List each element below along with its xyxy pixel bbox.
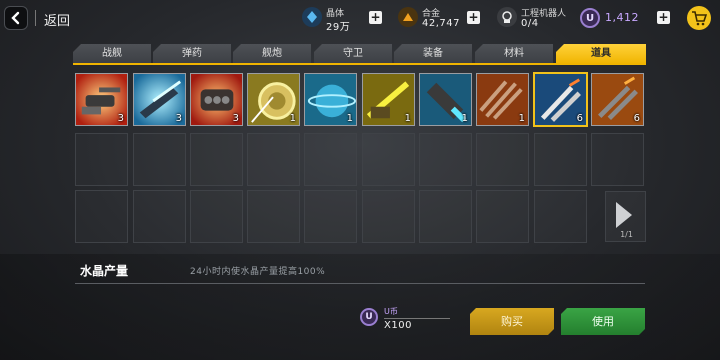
empty-slot	[419, 190, 472, 243]
cost-currency-name: U币	[384, 307, 398, 316]
item-slot-boost-rockets[interactable]: 6	[533, 72, 588, 127]
next-page-button[interactable]: 1/1	[605, 191, 646, 242]
tab-materials[interactable]: 材料	[475, 44, 553, 64]
empty-slot	[75, 133, 128, 186]
use-button[interactable]: 使用	[561, 308, 645, 335]
ucoin-icon: U	[580, 8, 600, 28]
back-divider	[35, 10, 36, 26]
empty-slot	[476, 133, 529, 186]
item-slot-planet-orb[interactable]: 1	[304, 73, 357, 126]
empty-slot	[476, 190, 529, 243]
empty-slot	[133, 133, 186, 186]
item-count: 3	[117, 113, 124, 124]
tabs-underline	[73, 63, 646, 65]
top-bar: 返回 晶体 29万 + 合金 42,747 + 工程机器人 0/4 U 1,41…	[0, 0, 720, 36]
selected-item-description: 24小时内使水晶产量提高100%	[190, 267, 326, 277]
tab-warships[interactable]: 战舰	[73, 44, 151, 64]
item-count: 3	[175, 113, 182, 124]
selected-item-name: 水晶产量	[80, 264, 129, 278]
alloy-icon	[398, 7, 418, 27]
item-slot-rocket-bundle[interactable]: 6	[591, 73, 644, 126]
category-tabs: 战舰 弹药 舰炮 守卫 装备 材料 道具	[73, 44, 648, 64]
item-count: 1	[518, 113, 525, 124]
alloy-resource: 合金 42,747	[398, 4, 478, 32]
empty-slot	[75, 190, 128, 243]
tab-ship-guns[interactable]: 舰炮	[233, 44, 311, 64]
tab-guards[interactable]: 守卫	[314, 44, 392, 64]
alloy-value: 42,747	[422, 18, 460, 29]
item-slot-energy-canister[interactable]: 1	[419, 73, 472, 126]
item-grid: 3 3 3 1 1 1 1 1 6 6	[75, 72, 647, 243]
shop-button[interactable]	[687, 6, 711, 30]
empty-slot	[534, 190, 587, 243]
empty-slot	[247, 190, 300, 243]
shopping-cart-icon	[692, 11, 707, 26]
add-crystal-button[interactable]: +	[369, 11, 382, 24]
empty-slot	[304, 133, 357, 186]
empty-slot	[362, 190, 415, 243]
crystal-icon	[302, 7, 322, 27]
cost-amount: X100	[384, 320, 412, 331]
robot-value: 0/4	[521, 18, 539, 29]
item-count: 1	[404, 113, 411, 124]
robot-icon	[497, 7, 517, 27]
item-count: 1	[461, 113, 468, 124]
item-count: 3	[232, 113, 239, 124]
item-slot-turret[interactable]: 3	[75, 73, 128, 126]
page-indicator: 1/1	[620, 230, 633, 239]
empty-slot	[247, 133, 300, 186]
add-ucoin-button[interactable]: +	[657, 11, 670, 24]
item-count: 6	[633, 113, 640, 124]
empty-slot	[534, 133, 587, 186]
buy-button[interactable]: 购买	[470, 308, 554, 335]
cost-divider	[384, 318, 450, 319]
chevron-left-icon	[11, 11, 20, 25]
item-slot-rail-gun[interactable]: 1	[362, 73, 415, 126]
item-slot-shield-disc[interactable]: 1	[247, 73, 300, 126]
item-slot-ammo-pack[interactable]: 3	[190, 73, 243, 126]
item-count: 6	[576, 113, 583, 124]
robot-resource: 工程机器人 0/4	[497, 4, 577, 32]
detail-divider	[75, 283, 645, 284]
empty-slot	[419, 133, 472, 186]
empty-slot	[133, 190, 186, 243]
tab-ammo[interactable]: 弹药	[153, 44, 231, 64]
tab-equipment[interactable]: 装备	[394, 44, 472, 64]
crystal-value: 29万	[326, 22, 351, 33]
back-button[interactable]	[4, 6, 28, 30]
item-count: 1	[346, 113, 353, 124]
item-slot-missile-salvo[interactable]: 1	[476, 73, 529, 126]
ucoin-cost-icon: U	[360, 308, 378, 326]
item-count: 1	[289, 113, 296, 124]
chevron-right-icon	[616, 202, 632, 228]
item-slot-plasma-cannon[interactable]: 3	[133, 73, 186, 126]
empty-slot	[591, 133, 644, 186]
add-alloy-button[interactable]: +	[467, 11, 480, 24]
back-label[interactable]: 返回	[44, 10, 70, 29]
tab-items[interactable]: 道具	[556, 44, 646, 64]
empty-slot	[190, 133, 243, 186]
empty-slot	[190, 190, 243, 243]
empty-slot	[362, 133, 415, 186]
empty-slot	[304, 190, 357, 243]
ucoin-value: 1,412	[605, 11, 639, 24]
